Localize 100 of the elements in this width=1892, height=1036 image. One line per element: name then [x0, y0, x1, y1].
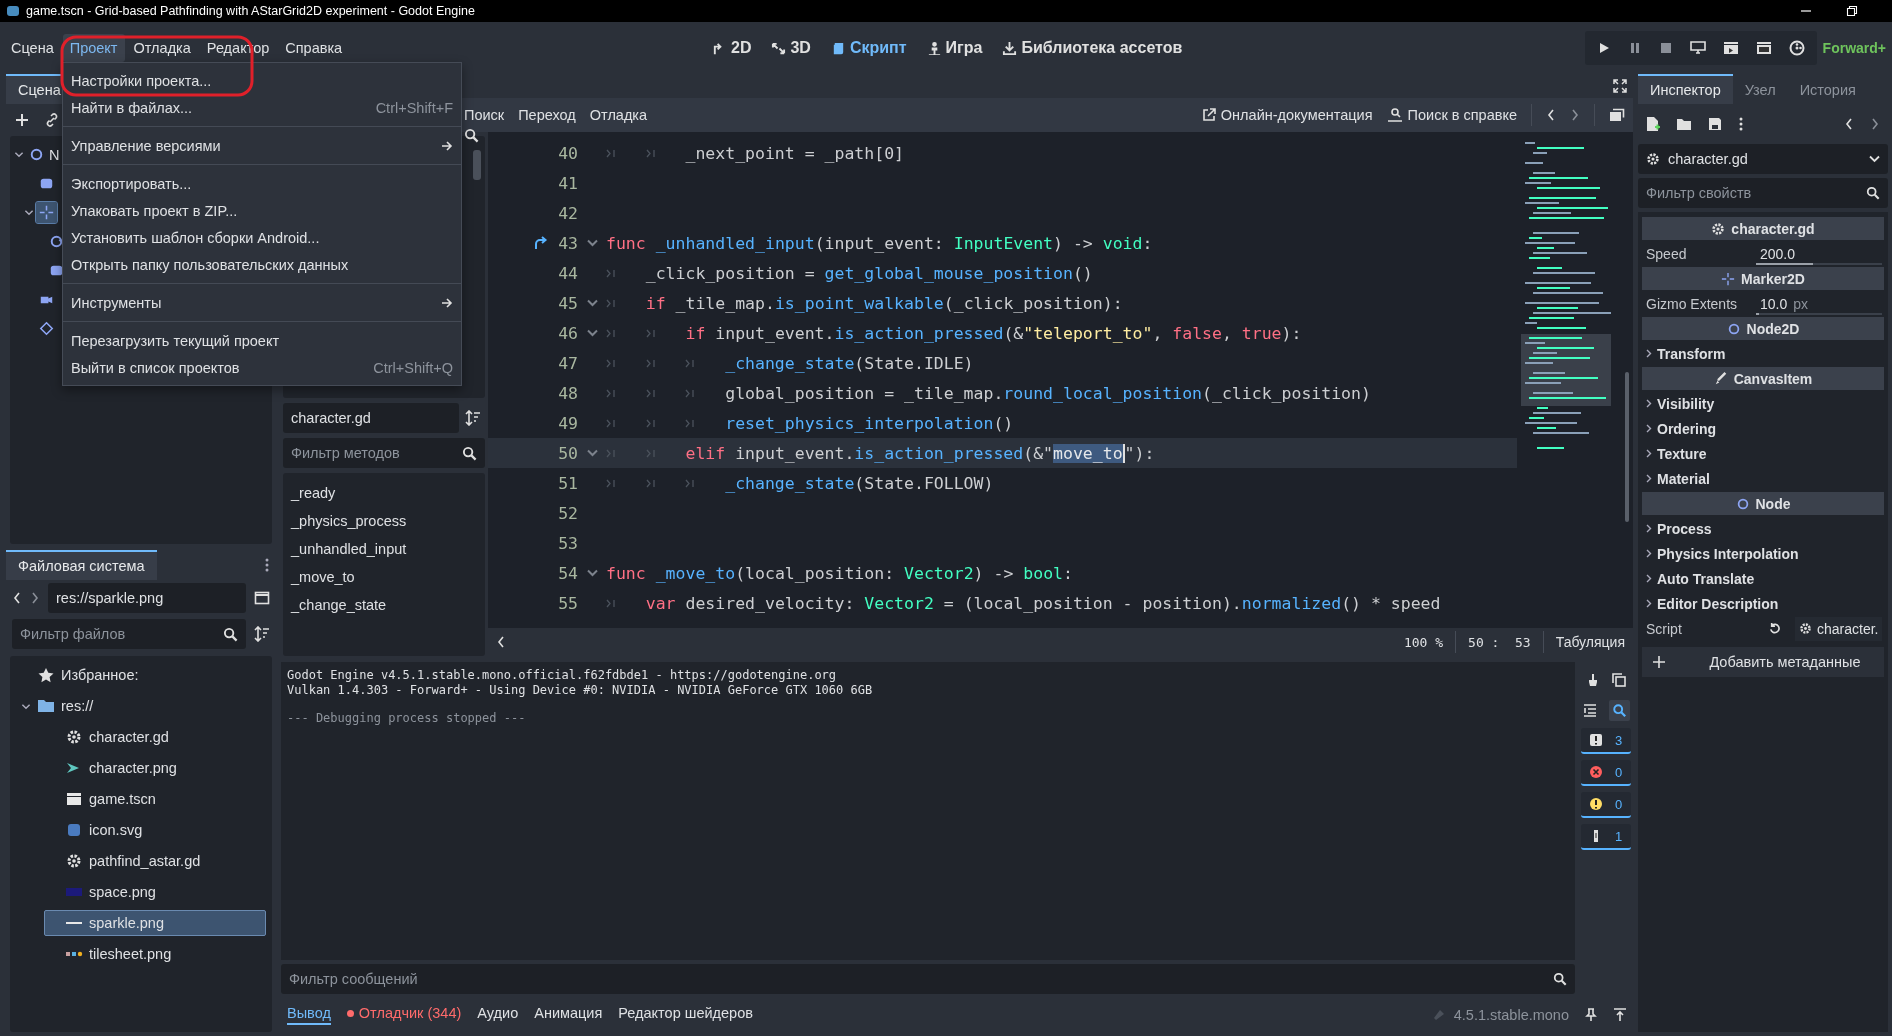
- add-metadata-button[interactable]: Добавить метаданные: [1642, 647, 1884, 677]
- copy-icon[interactable]: [1612, 673, 1626, 687]
- dock-tab[interactable]: Файловая система: [6, 550, 157, 580]
- zoom-level[interactable]: 100 %: [1403, 634, 1444, 650]
- menu-item[interactable]: Справка: [278, 34, 350, 62]
- menu-item[interactable]: Сцена: [4, 34, 61, 62]
- save-icon[interactable]: [1708, 117, 1722, 131]
- forward-icon[interactable]: [1870, 117, 1880, 131]
- search-icon[interactable]: [1553, 972, 1567, 986]
- message-filter-toggle[interactable]: 3: [1581, 728, 1631, 754]
- bottom-panel-tab[interactable]: Аудио: [477, 1005, 519, 1025]
- chevron-right-icon[interactable]: [1646, 399, 1652, 408]
- chevron-right-icon[interactable]: [1646, 549, 1652, 558]
- chevron-right-icon[interactable]: [1646, 474, 1652, 483]
- property-group[interactable]: Process: [1642, 516, 1884, 541]
- property-group[interactable]: Auto Translate: [1642, 566, 1884, 591]
- path-field[interactable]: res://sparkle.png: [48, 583, 246, 613]
- error-icon[interactable]: [1589, 765, 1603, 779]
- message-filter-toggle[interactable]: 0: [1581, 792, 1631, 818]
- number-field[interactable]: 200.0: [1760, 245, 1796, 262]
- add-icon[interactable]: [14, 112, 30, 128]
- chevron-right-icon[interactable]: [1646, 449, 1652, 458]
- indent-mode[interactable]: Табуляция: [1555, 634, 1625, 650]
- add-icon[interactable]: [1652, 655, 1666, 669]
- clear-icon[interactable]: [1586, 673, 1600, 687]
- bottom-panel-tab[interactable]: Вывод: [287, 1005, 331, 1025]
- file-item[interactable]: icon.svg: [44, 817, 266, 843]
- file-item[interactable]: character.gd: [44, 724, 266, 750]
- sort-icon[interactable]: [254, 626, 270, 642]
- back-icon[interactable]: [1844, 117, 1854, 131]
- property-group[interactable]: Ordering: [1642, 416, 1884, 441]
- file-item[interactable]: space.png: [44, 879, 266, 905]
- search-icon[interactable]: [1608, 699, 1630, 721]
- property-group[interactable]: Physics Interpolation: [1642, 541, 1884, 566]
- clapperboard-icon[interactable]: [1722, 41, 1739, 55]
- file-item[interactable]: character.png: [44, 755, 266, 781]
- dock-tab[interactable]: Узел: [1732, 74, 1788, 104]
- split-view-icon[interactable]: [254, 590, 270, 606]
- jump-arrow-icon[interactable]: [534, 236, 548, 250]
- link-icon[interactable]: [44, 112, 60, 128]
- monitor-icon[interactable]: [1689, 41, 1706, 55]
- bottom-panel-tab[interactable]: Отладчик (344): [346, 1005, 462, 1025]
- number-field[interactable]: 10.0: [1760, 295, 1788, 312]
- script-menu[interactable]: Поиск: [464, 107, 505, 123]
- arrow-right-icon[interactable]: [441, 296, 453, 309]
- workspace-tab[interactable]: Библиотека ассетов: [1002, 39, 1183, 57]
- chevron-down-icon[interactable]: [14, 150, 24, 159]
- menu-entry[interactable]: Экспортировать...: [63, 170, 461, 197]
- search-icon[interactable]: [1866, 186, 1880, 200]
- workspace-tab[interactable]: Скрипт: [830, 39, 907, 57]
- stop-icon[interactable]: [1658, 41, 1673, 55]
- menu-entry[interactable]: Открыть папку пользовательских данных: [63, 251, 461, 278]
- search-help-button[interactable]: Поиск в справке: [1386, 107, 1517, 123]
- file-item[interactable]: Избранное:: [16, 662, 266, 688]
- file-item[interactable]: res://: [16, 693, 266, 719]
- download-icon[interactable]: [1002, 40, 1018, 56]
- file-filter-field[interactable]: Фильтр файлов: [12, 619, 246, 649]
- more-icon[interactable]: [1738, 116, 1744, 132]
- fullscreen-icon[interactable]: [1613, 79, 1627, 93]
- pin-icon[interactable]: [1585, 1008, 1597, 1022]
- gear-icon[interactable]: [1646, 152, 1660, 166]
- chevron-right-icon[interactable]: [1646, 524, 1652, 533]
- workspace-tab[interactable]: 3D: [771, 39, 811, 57]
- caret-icon[interactable]: [1869, 155, 1880, 163]
- script-menu[interactable]: Отладка: [589, 107, 648, 123]
- file-item[interactable]: tilesheet.png: [44, 941, 266, 967]
- collapse-lines-icon[interactable]: [1582, 703, 1597, 717]
- message-filter-field[interactable]: Фильтр сообщений: [281, 964, 1575, 994]
- forward-icon[interactable]: [1570, 108, 1580, 122]
- property-group[interactable]: Editor Description: [1642, 591, 1884, 616]
- help-search-icon[interactable]: [1386, 108, 1403, 122]
- renderer-label[interactable]: Forward+: [1822, 40, 1888, 56]
- node-icon[interactable]: [36, 202, 57, 223]
- resource-dropdown[interactable]: character.gd: [1638, 144, 1888, 174]
- search-icon[interactable]: [464, 128, 479, 143]
- script-menu[interactable]: Переход: [518, 107, 576, 123]
- dock-tab[interactable]: История: [1787, 74, 1868, 104]
- slider-fill[interactable]: [1756, 262, 1813, 265]
- clapperboard-icon[interactable]: [1755, 41, 1772, 55]
- message-filter-toggle[interactable]: 0: [1581, 760, 1631, 786]
- script-resource-field[interactable]: character.: [1795, 616, 1883, 641]
- expand-panel-icon[interactable]: [1613, 1008, 1627, 1022]
- scrollbar-thumb[interactable]: [1625, 372, 1629, 522]
- version-label[interactable]: 4.5.1.stable.mono: [1453, 1007, 1569, 1023]
- chevron-right-icon[interactable]: [1646, 599, 1652, 608]
- menu-entry[interactable]: Упаковать проект в ZIP...: [63, 197, 461, 224]
- sort-icon[interactable]: [465, 410, 481, 426]
- arrow-right-icon[interactable]: [441, 139, 453, 152]
- message-icon[interactable]: [1589, 733, 1603, 747]
- folder-icon[interactable]: [1676, 117, 1692, 131]
- menu-item[interactable]: Отладка: [126, 34, 198, 62]
- film-reel-icon[interactable]: [1788, 40, 1805, 56]
- slider-fill[interactable]: [1756, 312, 1759, 315]
- scrollbar-thumb[interactable]: [473, 150, 481, 180]
- online-docs-link[interactable]: Онлайн-документация: [1201, 107, 1373, 123]
- property-group[interactable]: Transform: [1642, 341, 1884, 366]
- back-icon[interactable]: [1546, 108, 1556, 122]
- dock-tab[interactable]: Инспектор: [1638, 74, 1733, 104]
- file-item[interactable]: pathfind_astar.gd: [44, 848, 266, 874]
- chevron-right-icon[interactable]: [1646, 424, 1652, 433]
